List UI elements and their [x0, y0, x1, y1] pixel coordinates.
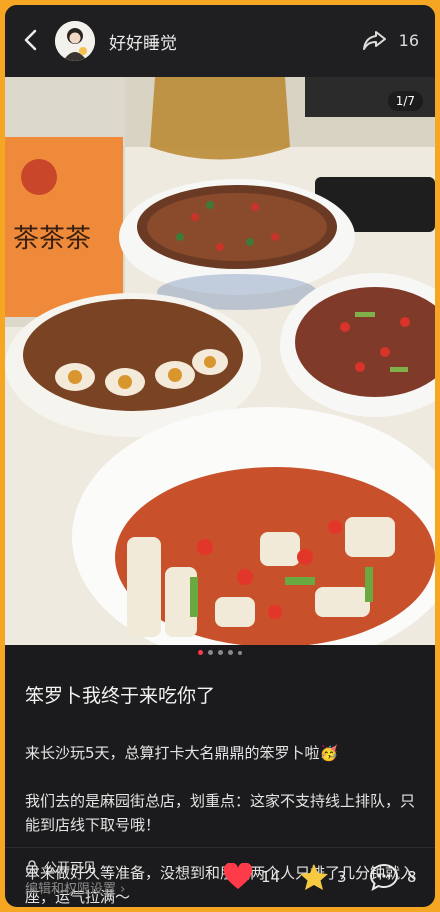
image-counter-badge: 1/7 [387, 91, 423, 111]
privacy-status: 公开可见 [25, 857, 96, 876]
comment-count: 8 [407, 868, 417, 886]
post-photo[interactable]: 茶茶茶 1/7 [5, 77, 435, 645]
bottle-label-text: 茶茶茶 [13, 224, 91, 254]
footer-divider [5, 847, 435, 848]
star-icon [300, 864, 328, 890]
post-body-line: 来长沙玩5天，总算打卡大名鼎鼎的笨罗卜啦🥳 [25, 744, 339, 762]
comment-icon [369, 863, 399, 891]
favorite-button[interactable]: 3 [299, 857, 347, 897]
like-button[interactable]: 14 [223, 857, 280, 897]
post-body-line: 我们去的是麻园街总店，划重点：这家不支持线上排队，只能到店线下取号哦！ [25, 792, 416, 834]
edit-permissions-link[interactable]: 编辑和权限设置 › [25, 878, 125, 897]
share-icon[interactable] [361, 26, 389, 54]
author-name[interactable]: 好好睡觉 [109, 29, 177, 54]
carousel-indicator [5, 650, 435, 660]
post-title: 笨罗卜我终于来吃你了 [25, 685, 216, 707]
top-bar: 好好睡觉 16 [5, 5, 435, 77]
lock-icon [26, 859, 38, 874]
comment-button[interactable]: 8 [369, 857, 417, 897]
like-count: 14 [261, 868, 281, 886]
carousel-dot [198, 650, 203, 655]
avatar[interactable] [55, 21, 95, 61]
heart-icon [223, 863, 253, 889]
carousel-dot [228, 650, 233, 655]
share-count: 16 [398, 31, 419, 50]
privacy-label: 公开可见 [44, 861, 97, 876]
food-photo-illustration: 茶茶茶 [5, 77, 435, 645]
back-arrow-icon[interactable] [19, 27, 45, 53]
post-frame: 好好睡觉 16 茶茶茶 1/7 笨罗卜我终于来吃你了 来长沙玩5天，总算打卡大名… [5, 5, 435, 907]
carousel-dot [238, 651, 242, 655]
carousel-dot [208, 650, 213, 655]
carousel-dot [218, 650, 223, 655]
favorite-count: 3 [337, 868, 347, 886]
